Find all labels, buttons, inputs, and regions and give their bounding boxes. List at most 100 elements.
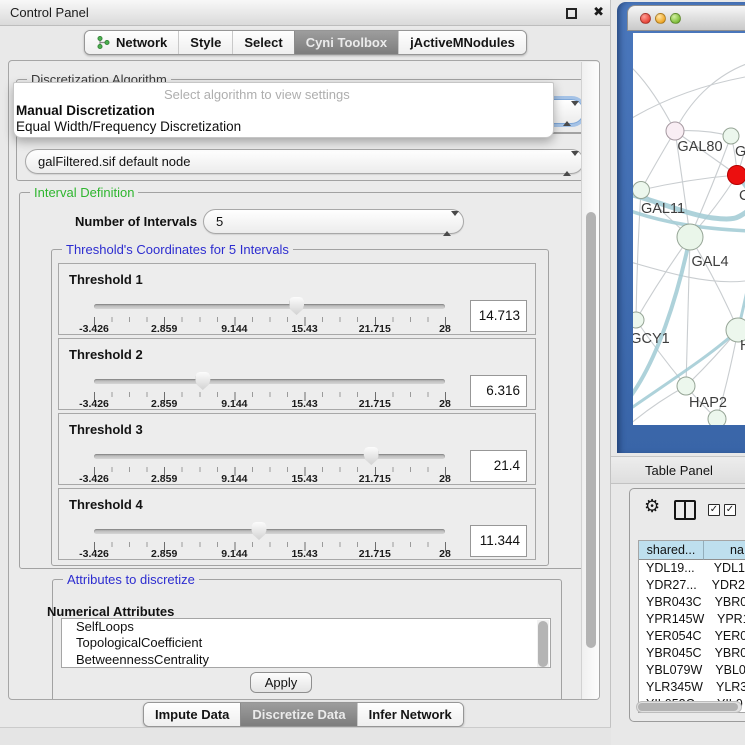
- tab-jactivemnodules[interactable]: jActiveMNodules: [398, 31, 526, 54]
- zoom-traffic-light-icon[interactable]: [670, 13, 681, 24]
- node-label: H: [740, 338, 745, 354]
- apply-button[interactable]: Apply: [250, 672, 312, 693]
- table-scrollbar-thumb[interactable]: [638, 703, 738, 711]
- column-header-name[interactable]: na: [704, 541, 745, 560]
- column-header-shared-name[interactable]: shared...: [639, 541, 704, 560]
- algorithm-option[interactable]: Manual Discretization: [14, 103, 553, 119]
- table-data-combobox[interactable]: galFiltered.sif default node: [25, 149, 584, 174]
- slider-track[interactable]: [94, 529, 445, 534]
- control-panel-titlebar: Control Panel ✖: [0, 0, 610, 26]
- list-scrollbar-thumb[interactable]: [538, 621, 548, 667]
- node-gal11[interactable]: [633, 182, 650, 199]
- table-row[interactable]: YDL19...YDL1: [639, 560, 745, 577]
- tab-label: Select: [244, 35, 282, 50]
- settings-scrollbar-thumb[interactable]: [586, 212, 596, 648]
- node-gal-right[interactable]: [723, 128, 739, 144]
- table-panel-titlebar: Table Panel: [611, 456, 745, 484]
- threshold-value-field[interactable]: 11.344: [470, 525, 527, 557]
- tab-label: Network: [116, 35, 167, 50]
- list-scrollbar[interactable]: [537, 620, 549, 668]
- table-row[interactable]: YBR043CYBR0: [639, 594, 745, 611]
- tab-cyni-toolbox[interactable]: Cyni Toolbox: [294, 31, 398, 54]
- cell-shared-name: YLR345W: [639, 679, 703, 696]
- threshold-panel: Threshold 3 -3.4262.8599.14415.4321.7152…: [58, 413, 536, 485]
- table-header-row: shared... na: [639, 541, 745, 560]
- table-row[interactable]: YBL079WYBL0: [639, 662, 745, 679]
- numerical-attributes-list[interactable]: SelfLoopsTopologicalCoefficientBetweenne…: [61, 618, 551, 668]
- threshold-list: Threshold 1 -3.4262.8599.14415.4321.7152…: [58, 263, 536, 563]
- table-row[interactable]: YER054CYER0: [639, 628, 745, 645]
- tick-label: 2.859: [151, 473, 177, 485]
- slider-tick-labels: -3.4262.8599.14415.4321.71528: [94, 398, 445, 410]
- tab-impute-data[interactable]: Impute Data: [144, 703, 240, 726]
- threshold-slider[interactable]: -3.4262.8599.14415.4321.71528: [94, 264, 445, 336]
- slider-track[interactable]: [94, 454, 445, 459]
- close-icon[interactable]: ✖: [593, 4, 604, 20]
- network-graph: GAL80 GA GAL11 GAL4 C GCY1 H HAP2: [633, 33, 745, 425]
- table-panel-title: Table Panel: [645, 463, 713, 478]
- settings-scrollbar[interactable]: [581, 62, 600, 699]
- network-window-titlebar[interactable]: [627, 5, 745, 31]
- tick-label: 21.715: [359, 323, 391, 335]
- tick-label: 2.859: [151, 548, 177, 560]
- combo-stepper-icon[interactable]: [443, 216, 452, 229]
- slider-thumb[interactable]: [195, 372, 210, 390]
- network-view-window[interactable]: GAL80 GA GAL11 GAL4 C GCY1 H HAP2: [617, 2, 745, 453]
- tab-discretize-data[interactable]: Discretize Data: [240, 703, 356, 726]
- table-horizontal-scrollbar[interactable]: [636, 701, 742, 713]
- tick-label: 9.144: [221, 473, 247, 485]
- checkbox-icon[interactable]: ✓: [724, 504, 736, 516]
- tick-label: 9.144: [221, 323, 247, 335]
- close-traffic-light-icon[interactable]: [640, 13, 651, 24]
- node-gal4[interactable]: [677, 224, 703, 250]
- attribute-list-item[interactable]: SelfLoops: [62, 619, 550, 635]
- columns-icon[interactable]: [674, 500, 696, 520]
- network-canvas[interactable]: GAL80 GA GAL11 GAL4 C GCY1 H HAP2: [633, 33, 745, 425]
- table-row[interactable]: YBR045CYBR0: [639, 645, 745, 662]
- combo-stepper-icon[interactable]: [563, 106, 572, 119]
- node-selected-red[interactable]: [728, 166, 745, 185]
- attribute-list-item[interactable]: TopologicalCoefficient: [62, 635, 550, 651]
- minimize-traffic-light-icon[interactable]: [655, 13, 666, 24]
- cell-name: YBR0: [702, 594, 745, 611]
- node-label: GAL11: [641, 201, 685, 217]
- slider-track[interactable]: [94, 304, 445, 309]
- node-gal80[interactable]: [666, 122, 684, 140]
- tab-style[interactable]: Style: [178, 31, 232, 54]
- slider-thumb[interactable]: [364, 447, 379, 465]
- network-icon: [96, 35, 111, 50]
- tab-infer-network[interactable]: Infer Network: [357, 703, 463, 726]
- table-row[interactable]: YPR145WYPR1: [639, 611, 745, 628]
- number-of-intervals-combobox[interactable]: 5: [203, 209, 464, 234]
- table-row[interactable]: YDR27...YDR2: [639, 577, 745, 594]
- tab-label: Cyni Toolbox: [306, 35, 387, 50]
- threshold-value-field[interactable]: 14.713: [470, 300, 527, 332]
- node-gcy1[interactable]: [633, 312, 644, 328]
- threshold-slider[interactable]: -3.4262.8599.14415.4321.71528: [94, 489, 445, 561]
- gear-icon[interactable]: ⚙: [644, 496, 660, 517]
- node-bottom[interactable]: [708, 410, 726, 425]
- number-of-intervals-label: Number of Intervals: [75, 214, 197, 229]
- tick-label: 9.144: [221, 398, 247, 410]
- slider-thumb[interactable]: [251, 522, 266, 540]
- slider-thumb[interactable]: [289, 297, 304, 315]
- node-hap2[interactable]: [677, 377, 695, 395]
- tick-label: 28: [439, 473, 451, 485]
- threshold-slider[interactable]: -3.4262.8599.14415.4321.71528: [94, 414, 445, 486]
- slider-track[interactable]: [94, 379, 445, 384]
- threshold-value-field[interactable]: 6.316: [470, 375, 527, 407]
- table-row[interactable]: YLR345WYLR3: [639, 679, 745, 696]
- float-window-icon[interactable]: [566, 8, 577, 19]
- attribute-list-item[interactable]: BetweennessCentrality: [62, 652, 550, 668]
- checkbox-icon[interactable]: ✓: [708, 504, 720, 516]
- threshold-slider[interactable]: -3.4262.8599.14415.4321.71528: [94, 339, 445, 411]
- tab-label: jActiveMNodules: [410, 35, 515, 50]
- node-label: GAL4: [691, 254, 728, 270]
- node-attribute-table[interactable]: shared... na YDL19...YDL1YDR27...YDR2YBR…: [638, 540, 745, 713]
- cell-shared-name: YPR145W: [639, 611, 704, 628]
- tab-network[interactable]: Network: [85, 31, 178, 54]
- threshold-value-field[interactable]: 21.4: [470, 450, 527, 482]
- combo-stepper-icon[interactable]: [563, 156, 572, 169]
- tab-select[interactable]: Select: [232, 31, 293, 54]
- algorithm-option[interactable]: Equal Width/Frequency Discretization: [14, 119, 553, 135]
